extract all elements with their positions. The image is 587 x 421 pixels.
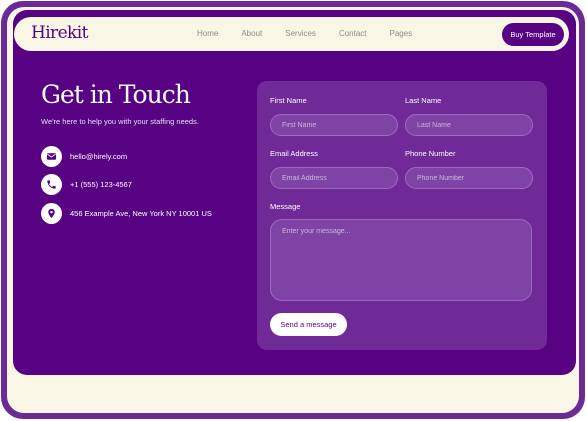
nav-link-home[interactable]: Home xyxy=(197,29,218,38)
location-pin-icon xyxy=(41,203,62,224)
contact-address: 456 Example Ave, New York NY 10001 US xyxy=(70,209,212,218)
contact-email-row: hello@hirely.com xyxy=(41,146,127,167)
contact-phone-row: +1 (555) 123-4567 xyxy=(41,174,132,195)
page-subtitle: We're here to help you with your staffin… xyxy=(41,117,199,126)
nav-link-pages[interactable]: Pages xyxy=(390,29,413,38)
logo[interactable]: Hirekit xyxy=(31,23,88,43)
mail-icon xyxy=(41,146,62,167)
phone-icon xyxy=(41,174,62,195)
top-navbar: Hirekit Home About Services Contact Page… xyxy=(14,17,569,51)
contact-email[interactable]: hello@hirely.com xyxy=(70,152,127,161)
email-label: Email Address xyxy=(270,149,318,158)
contact-form: First Name Last Name Email Address Phone… xyxy=(257,81,547,350)
send-message-button[interactable]: Send a message xyxy=(270,313,347,336)
message-label: Message xyxy=(270,202,301,211)
contact-address-row: 456 Example Ave, New York NY 10001 US xyxy=(41,203,212,224)
email-input[interactable] xyxy=(270,167,398,189)
buy-template-button[interactable]: Buy Template xyxy=(502,23,564,46)
first-name-input[interactable] xyxy=(270,114,398,136)
first-name-label: First Name xyxy=(270,96,307,105)
message-textarea[interactable] xyxy=(270,219,532,301)
nav-link-services[interactable]: Services xyxy=(285,29,316,38)
nav-link-contact[interactable]: Contact xyxy=(339,29,367,38)
last-name-label: Last Name xyxy=(405,96,442,105)
phone-input[interactable] xyxy=(405,167,533,189)
phone-label: Phone Number xyxy=(405,149,456,158)
nav-links: Home About Services Contact Pages xyxy=(197,29,435,38)
contact-phone[interactable]: +1 (555) 123-4567 xyxy=(70,180,132,189)
nav-link-about[interactable]: About xyxy=(241,29,262,38)
page-title: Get in Touch xyxy=(41,80,191,109)
last-name-input[interactable] xyxy=(405,114,533,136)
